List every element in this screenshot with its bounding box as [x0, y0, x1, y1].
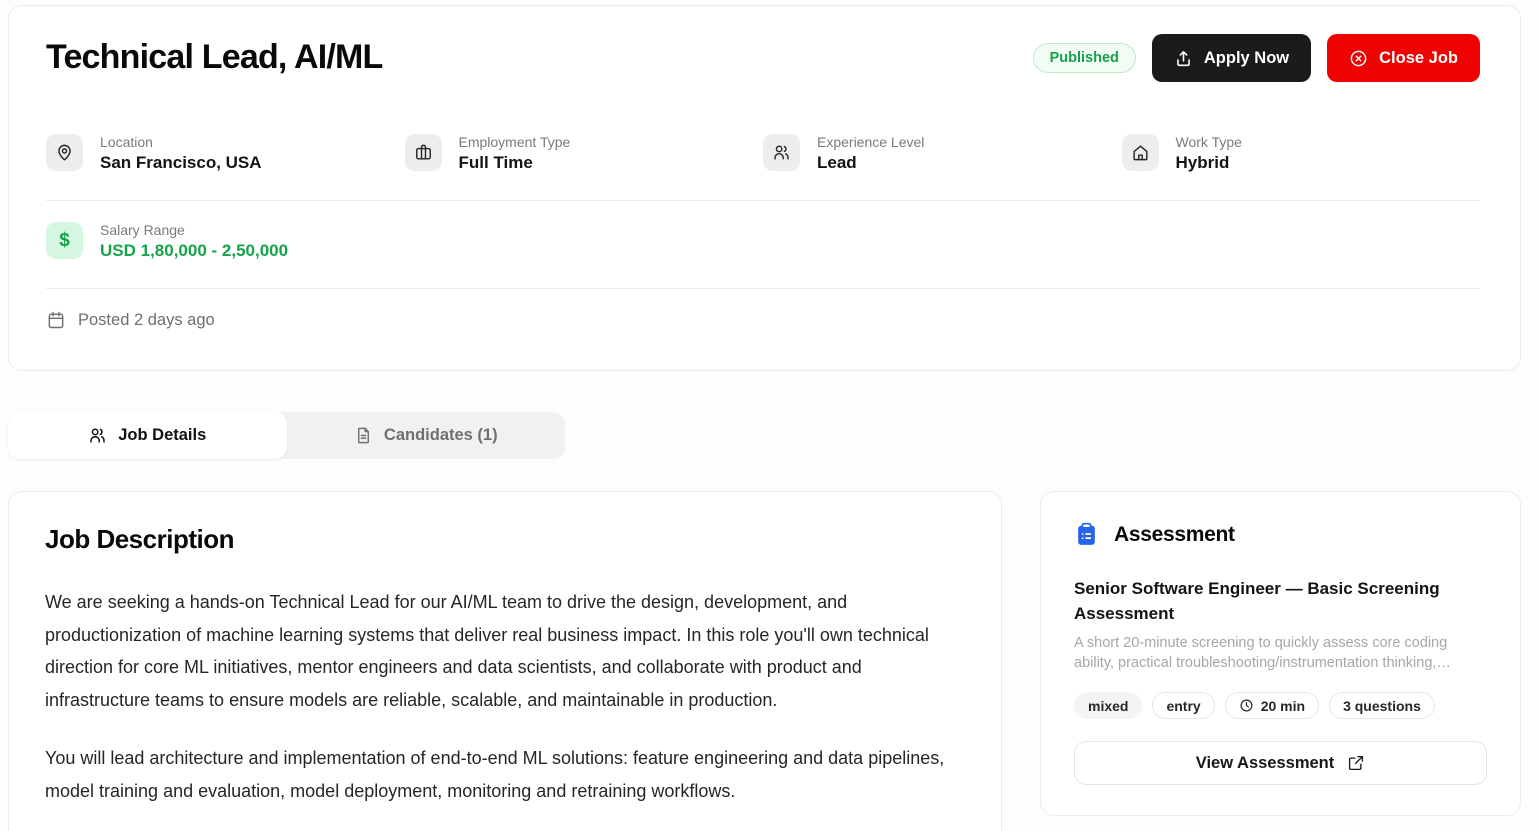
assessment-badges: mixed entry 20 min 3 questions — [1074, 692, 1487, 719]
clock-icon — [1239, 698, 1254, 713]
apply-now-button[interactable]: Apply Now — [1152, 34, 1311, 82]
close-job-button[interactable]: Close Job — [1327, 34, 1480, 82]
badge-mixed: mixed — [1074, 692, 1142, 719]
divider — [46, 288, 1480, 289]
job-header-card: Technical Lead, AI/ML Published Apply No… — [8, 5, 1521, 371]
meta-label: Employment Type — [459, 134, 571, 150]
x-circle-icon — [1349, 49, 1368, 68]
external-link-icon — [1347, 754, 1365, 772]
assessment-card: Assessment Senior Software Engineer — Ba… — [1040, 491, 1521, 816]
upload-icon — [1174, 49, 1193, 68]
description-paragraph: We are seeking a hands-on Technical Lead… — [45, 586, 957, 716]
home-icon — [1122, 134, 1159, 171]
calendar-icon — [46, 310, 66, 330]
view-assessment-label: View Assessment — [1196, 754, 1335, 773]
page: Technical Lead, AI/ML Published Apply No… — [0, 0, 1539, 831]
meta-label: Experience Level — [817, 134, 924, 150]
job-description-body: We are seeking a hands-on Technical Lead… — [45, 586, 957, 807]
page-title: Technical Lead, AI/ML — [46, 30, 382, 77]
job-description-heading: Job Description — [45, 524, 957, 555]
tab-label: Candidates (1) — [384, 426, 498, 445]
location-pin-icon — [46, 134, 83, 171]
salary-value: USD 1,80,000 - 2,50,000 — [100, 241, 288, 261]
meta-value: Full Time — [459, 153, 571, 173]
divider — [46, 200, 1480, 201]
briefcase-icon — [405, 134, 442, 171]
assessment-title: Senior Software Engineer — Basic Screeni… — [1074, 576, 1487, 626]
meta-value: Lead — [817, 153, 924, 173]
posted-text: Posted 2 days ago — [78, 311, 215, 330]
meta-experience-level: Experience Level Lead — [763, 134, 1122, 173]
assessment-description: A short 20-minute screening to quickly a… — [1074, 633, 1487, 673]
meta-employment-type: Employment Type Full Time — [405, 134, 764, 173]
users-icon — [763, 134, 800, 171]
header-actions: Published Apply Now Close Job — [1033, 30, 1480, 82]
meta-location: Location San Francisco, USA — [46, 134, 405, 173]
posted-row: Posted 2 days ago — [46, 310, 1480, 330]
status-badge: Published — [1033, 43, 1136, 73]
badge-questions: 3 questions — [1329, 692, 1435, 719]
meta-value: Hybrid — [1176, 153, 1242, 173]
badge-duration-label: 20 min — [1261, 698, 1305, 714]
close-job-label: Close Job — [1379, 49, 1458, 68]
meta-salary-range: $ Salary Range USD 1,80,000 - 2,50,000 — [46, 222, 1480, 261]
document-icon — [354, 426, 373, 445]
job-meta-grid: Location San Francisco, USA Employment T… — [46, 134, 1480, 173]
tab-job-details[interactable]: Job Details — [8, 412, 287, 459]
assessment-heading: Assessment — [1114, 523, 1235, 547]
users-icon — [88, 426, 107, 445]
meta-work-type: Work Type Hybrid — [1122, 134, 1481, 173]
tab-candidates[interactable]: Candidates (1) — [287, 412, 566, 459]
badge-entry: entry — [1152, 692, 1214, 719]
clipboard-icon — [1074, 522, 1099, 547]
dollar-icon: $ — [46, 222, 83, 259]
meta-label: Work Type — [1176, 134, 1242, 150]
apply-now-label: Apply Now — [1204, 49, 1289, 68]
tab-bar: Job Details Candidates (1) — [8, 412, 565, 459]
tab-label: Job Details — [118, 426, 206, 445]
description-paragraph: You will lead architecture and implement… — [45, 742, 957, 807]
badge-duration: 20 min — [1225, 692, 1319, 719]
meta-label: Salary Range — [100, 222, 288, 238]
job-description-card: Job Description We are seeking a hands-o… — [8, 491, 1002, 831]
meta-value: San Francisco, USA — [100, 153, 262, 173]
meta-label: Location — [100, 134, 262, 150]
view-assessment-button[interactable]: View Assessment — [1074, 741, 1487, 785]
